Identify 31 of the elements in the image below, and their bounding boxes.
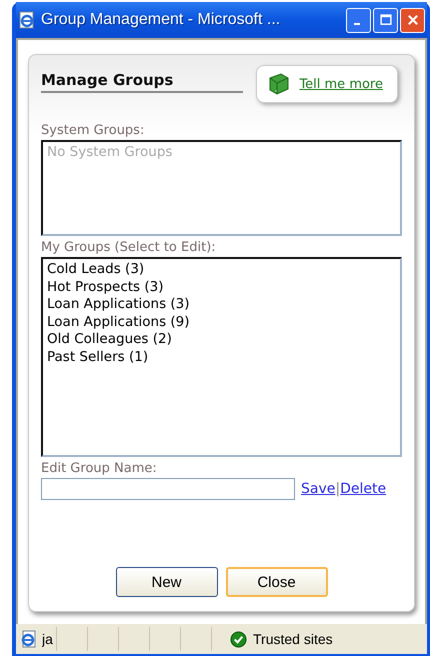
new-button[interactable]: New	[116, 567, 218, 597]
list-item[interactable]: Old Colleagues (2)	[47, 331, 172, 348]
list-item[interactable]: Cold Leads (3)	[47, 261, 144, 278]
list-item[interactable]: Loan Applications (3)	[47, 296, 190, 314]
empty-message: No System Groups	[47, 144, 172, 160]
security-zone: Trusted sites	[253, 631, 333, 647]
close-button[interactable]	[400, 8, 425, 32]
page-icon	[20, 630, 38, 648]
list-box[interactable]: Cold Leads (3) Hot Prospects (3) Loan Applications (3) Loan Applications (9) Old Colleagues (2) Past Sellers (1)	[41, 257, 402, 457]
save-link[interactable]: Save	[301, 481, 336, 497]
field-label: Edit Group Name:	[41, 461, 157, 476]
status-text: ja	[42, 631, 54, 647]
separator: |	[335, 481, 340, 497]
window-title: Group Management - Microsoft ...	[41, 11, 282, 29]
minimize-icon	[354, 22, 360, 26]
check-icon	[230, 630, 247, 648]
maximize-icon	[378, 13, 392, 27]
input-field[interactable]	[41, 478, 295, 500]
field-label: System Groups:	[41, 123, 144, 138]
close-dialog-button[interactable]: Close	[226, 567, 328, 597]
list-item[interactable]: Loan Applications (9)	[47, 314, 190, 331]
minimize-button[interactable]	[346, 8, 371, 32]
list-item[interactable]: Hot Prospects (3)	[47, 278, 164, 296]
panel-title: Manage Groups	[41, 65, 244, 93]
close-icon	[406, 13, 420, 27]
maximize-button[interactable]	[373, 8, 398, 32]
list-item[interactable]: Past Sellers (1)	[47, 348, 148, 366]
browser-icon	[18, 11, 36, 29]
field-label: My Groups (Select to Edit):	[41, 240, 216, 255]
delete-link[interactable]: Delete	[340, 481, 386, 497]
help-link[interactable]: Tell me more	[299, 76, 383, 92]
